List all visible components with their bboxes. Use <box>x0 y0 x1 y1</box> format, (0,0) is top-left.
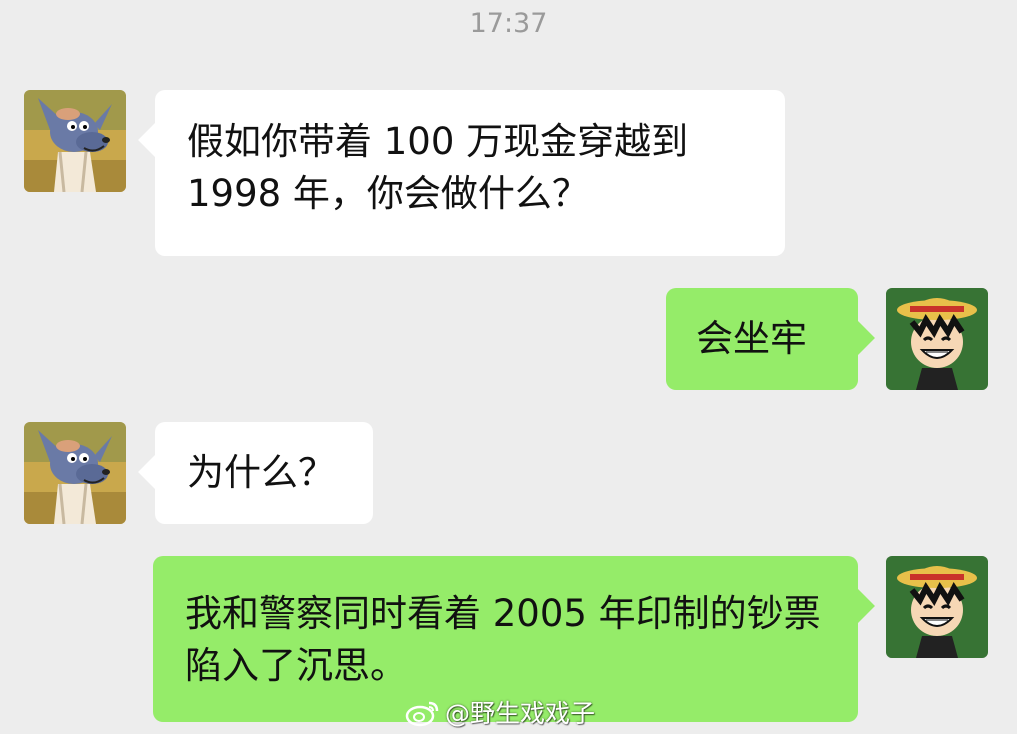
message-text: 我和警察同时看着 2005 年印制的钞票陷入了沉思。 <box>185 592 821 687</box>
straw-hat-boy-avatar-icon[interactable] <box>886 288 988 390</box>
outgoing-message-bubble[interactable]: 会坐牢 <box>666 288 858 390</box>
message-timestamp: 17:37 <box>469 8 548 39</box>
wolf-avatar-icon[interactable] <box>24 422 126 524</box>
message-text: 假如你带着 100 万现金穿越到 1998 年，你会做什么？ <box>187 120 689 215</box>
weibo-watermark: @野生戏戏子 <box>405 694 595 730</box>
weibo-icon <box>405 701 439 727</box>
incoming-message-bubble[interactable]: 为什么？ <box>155 422 373 524</box>
wolf-avatar-icon[interactable] <box>24 90 126 192</box>
straw-hat-boy-avatar-icon[interactable] <box>886 556 988 658</box>
message-text: 为什么？ <box>187 451 335 494</box>
message-text: 会坐牢 <box>696 317 807 360</box>
incoming-message-bubble[interactable]: 假如你带着 100 万现金穿越到 1998 年，你会做什么？ <box>155 90 785 256</box>
chat-window: 17:37 假如你带着 100 万现金穿越到 1998 年，你会做什么？ 会坐牢 <box>0 0 1017 734</box>
watermark-text: @野生戏戏子 <box>445 699 596 728</box>
